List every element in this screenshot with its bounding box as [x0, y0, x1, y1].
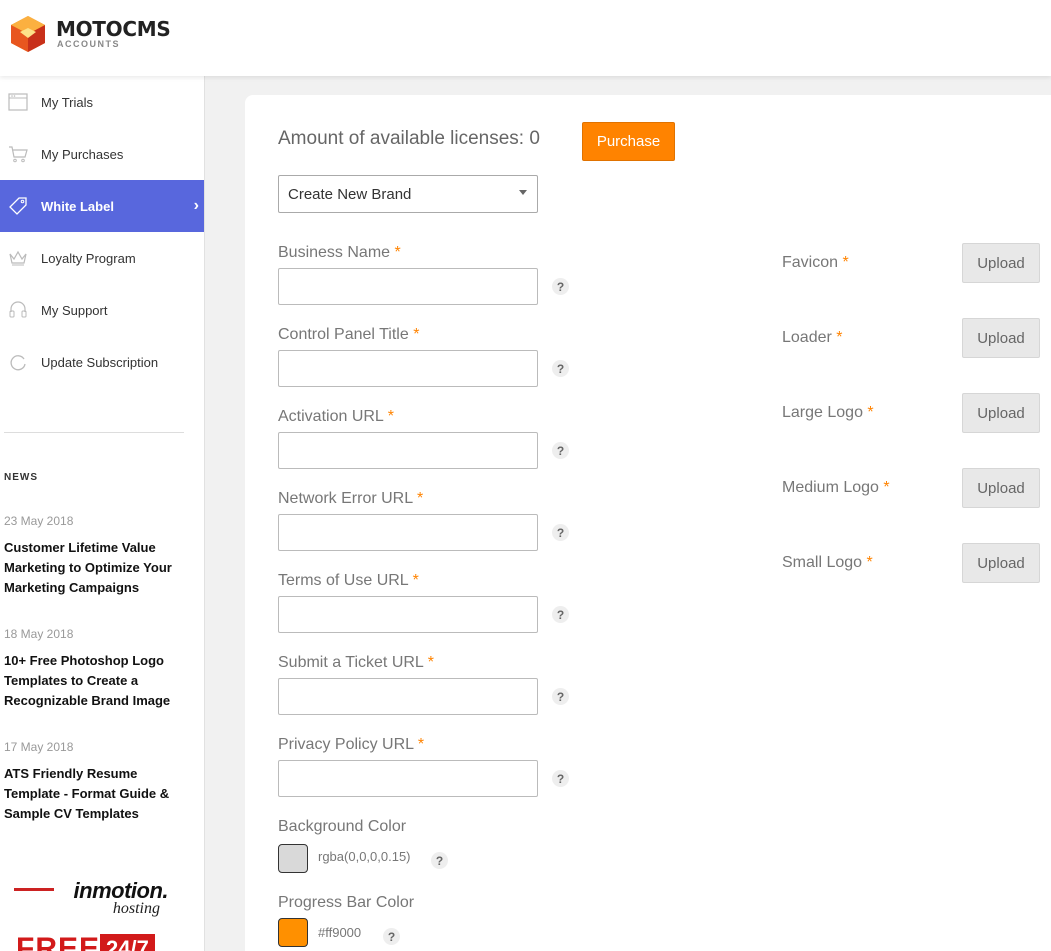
logo-cube-icon — [11, 16, 45, 52]
sidebar-item-my-purchases[interactable]: My Purchases — [0, 128, 204, 180]
help-icon[interactable]: ? — [552, 524, 569, 541]
small-logo-upload-button[interactable]: Upload — [962, 543, 1040, 583]
help-icon[interactable]: ? — [431, 852, 448, 869]
ad-swoosh — [14, 888, 54, 891]
medium-logo-label: Medium Logo * — [782, 479, 890, 496]
cart-icon — [8, 144, 28, 164]
background-color-label: Background Color — [278, 818, 407, 835]
caret-down-icon — [519, 190, 527, 195]
inmotion-ad-banner[interactable]: inmotion. hosting FREE 24/7 — [14, 878, 174, 951]
news-heading: NEWS — [4, 472, 38, 483]
logo-name: MOTOCMS — [56, 17, 171, 41]
news-date: 18 May 2018 — [4, 627, 74, 641]
terms-of-use-url-label: Terms of Use URL * — [278, 572, 419, 589]
sidebar-item-label: My Support — [41, 302, 108, 318]
sidebar-item-update-subscription[interactable]: Update Subscription — [0, 336, 204, 388]
licenses-count: Amount of available licenses: 0 — [278, 128, 540, 149]
ad-247-badge: 24/7 — [100, 934, 155, 951]
sidebar-item-label: Loyalty Program — [41, 250, 136, 266]
news-link[interactable]: 10+ Free Photoshop Logo Templates to Cre… — [4, 651, 189, 711]
help-icon[interactable]: ? — [552, 688, 569, 705]
help-icon[interactable]: ? — [552, 770, 569, 787]
news-date: 23 May 2018 — [4, 514, 74, 528]
browser-window-icon — [8, 92, 28, 112]
favicon-label: Favicon * — [782, 254, 849, 271]
tag-icon — [8, 196, 28, 216]
submit-ticket-url-input[interactable] — [278, 678, 538, 715]
loader-upload-button[interactable]: Upload — [962, 318, 1040, 358]
network-error-url-input[interactable] — [278, 514, 538, 551]
sidebar-item-label: Update Subscription — [41, 354, 159, 370]
terms-of-use-url-input[interactable] — [278, 596, 538, 633]
business-name-input[interactable] — [278, 268, 538, 305]
progress-bar-color-value: #ff9000 — [318, 925, 362, 940]
crown-icon — [8, 248, 28, 268]
sidebar: My Trials My Purchases White Label › Loy… — [0, 76, 205, 951]
ad-free-text: FREE — [16, 932, 101, 951]
progress-bar-color-swatch[interactable] — [278, 918, 308, 947]
large-logo-label: Large Logo * — [782, 404, 874, 421]
loader-label: Loader * — [782, 329, 843, 346]
news-link[interactable]: ATS Friendly Resume Template - Format Gu… — [4, 764, 189, 824]
sidebar-item-label: White Label — [41, 198, 114, 214]
sidebar-item-label: My Purchases — [41, 146, 124, 162]
activation-url-label: Activation URL * — [278, 408, 394, 425]
privacy-policy-url-input[interactable] — [278, 760, 538, 797]
news-date: 17 May 2018 — [4, 740, 74, 754]
news-link[interactable]: Customer Lifetime Value Marketing to Opt… — [4, 538, 189, 598]
background-color-value: rgba(0,0,0,0.15) — [318, 849, 411, 864]
small-logo-label: Small Logo * — [782, 554, 873, 571]
sidebar-item-my-support[interactable]: My Support — [0, 284, 204, 336]
privacy-policy-url-label: Privacy Policy URL * — [278, 736, 425, 753]
headset-icon — [8, 300, 28, 320]
activation-url-input[interactable] — [278, 432, 538, 469]
control-panel-title-label: Control Panel Title * — [278, 326, 420, 343]
medium-logo-upload-button[interactable]: Upload — [962, 468, 1040, 508]
brand-select[interactable]: Create New Brand — [278, 175, 538, 213]
help-icon[interactable]: ? — [383, 928, 400, 945]
network-error-url-label: Network Error URL * — [278, 490, 424, 507]
background-color-swatch[interactable] — [278, 844, 308, 873]
chevron-right-icon: › — [193, 197, 199, 214]
sidebar-divider — [4, 432, 184, 433]
refresh-icon — [8, 352, 28, 372]
help-icon[interactable]: ? — [552, 442, 569, 459]
help-icon[interactable]: ? — [552, 278, 569, 295]
brand-select-value: Create New Brand — [288, 185, 412, 203]
sidebar-item-loyalty-program[interactable]: Loyalty Program — [0, 232, 204, 284]
sidebar-item-label: My Trials — [41, 94, 93, 110]
progress-bar-color-label: Progress Bar Color — [278, 894, 415, 911]
control-panel-title-input[interactable] — [278, 350, 538, 387]
motocms-logo[interactable]: MOTOCMS ACCOUNTS — [8, 14, 171, 54]
top-header: MOTOCMS ACCOUNTS — [0, 0, 1051, 76]
favicon-upload-button[interactable]: Upload — [962, 243, 1040, 283]
help-icon[interactable]: ? — [552, 360, 569, 377]
sidebar-item-white-label[interactable]: White Label › — [0, 180, 204, 232]
large-logo-upload-button[interactable]: Upload — [962, 393, 1040, 433]
business-name-label: Business Name * — [278, 244, 401, 261]
submit-ticket-url-label: Submit a Ticket URL * — [278, 654, 434, 671]
sidebar-item-my-trials[interactable]: My Trials — [0, 76, 204, 128]
help-icon[interactable]: ? — [552, 606, 569, 623]
purchase-button[interactable]: Purchase — [582, 122, 675, 161]
